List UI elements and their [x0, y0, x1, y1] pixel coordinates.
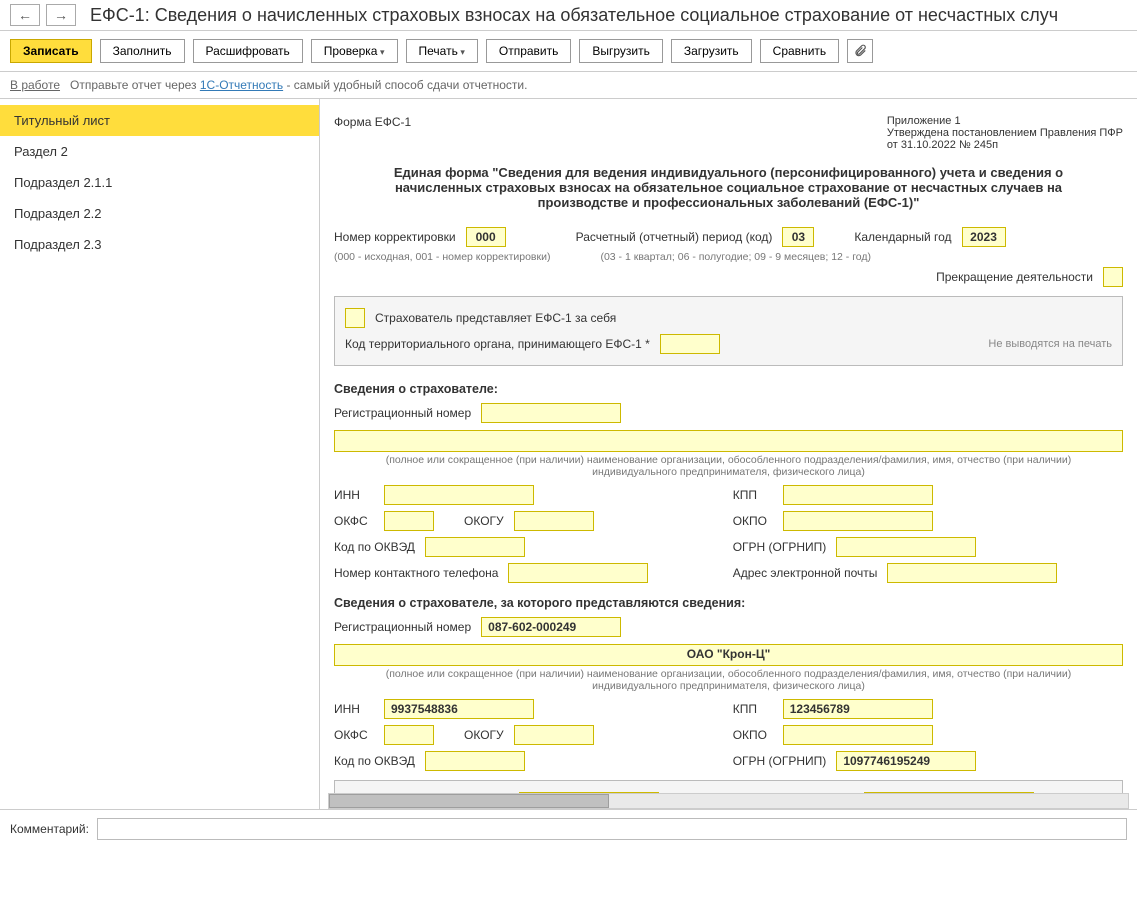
page-title: ЕФС-1: Сведения о начисленных страховых …	[90, 5, 1058, 26]
correction-label: Номер корректировки	[334, 230, 456, 244]
nav-back-button[interactable]: ←	[10, 4, 40, 26]
rep-reg-num-field[interactable]: 087-602-000249	[481, 617, 621, 637]
rep-ogrn-field[interactable]: 1097746195249	[836, 751, 976, 771]
status-in-work[interactable]: В работе	[10, 78, 60, 92]
insurer-name-field[interactable]	[334, 430, 1123, 452]
period-field[interactable]: 03	[782, 227, 814, 247]
ogrn-field[interactable]	[836, 537, 976, 557]
no-print-note-1: Не выводятся на печать	[988, 338, 1112, 350]
territory-field[interactable]	[660, 334, 720, 354]
cease-checkbox[interactable]	[1103, 267, 1123, 287]
year-label: Календарный год	[854, 230, 951, 244]
fill-button[interactable]: Заполнить	[100, 39, 185, 63]
insurer-section-title: Сведения о страхователе:	[328, 372, 1129, 400]
document-main-title: Единая форма "Сведения для ведения индив…	[328, 159, 1129, 224]
okogu-field[interactable]	[514, 511, 594, 531]
attach-button[interactable]	[847, 39, 873, 63]
self-submit-group: Страхователь представляет ЕФС-1 за себя …	[334, 296, 1123, 366]
represented-section-title: Сведения о страхователе, за которого пре…	[328, 586, 1129, 614]
decode-button[interactable]: Расшифровать	[193, 39, 303, 63]
rep-inn-field[interactable]: 9937548836	[384, 699, 534, 719]
cease-label: Прекращение деятельности	[936, 270, 1093, 284]
print-dropdown[interactable]: Печать	[406, 39, 478, 63]
email-field[interactable]	[887, 563, 1057, 583]
inn-field[interactable]	[384, 485, 534, 505]
okfs-field[interactable]	[384, 511, 434, 531]
rep-okfs-field[interactable]	[384, 725, 434, 745]
rep-okpo-field[interactable]	[783, 725, 933, 745]
comment-label: Комментарий:	[10, 822, 89, 836]
import-button[interactable]: Загрузить	[671, 39, 752, 63]
kpp-field[interactable]	[783, 485, 933, 505]
sidebar-item-title-page[interactable]: Титульный лист	[0, 105, 319, 136]
year-field[interactable]: 2023	[962, 227, 1006, 247]
export-button[interactable]: Выгрузить	[579, 39, 663, 63]
sidebar-item-subsection-2-3[interactable]: Подраздел 2.3	[0, 229, 319, 260]
rep-contact-group: Номер контактного телефона 1234567 Адрес…	[334, 780, 1123, 793]
okved-field[interactable]	[425, 537, 525, 557]
document-content: Форма ЕФС-1 Приложение 1 Утверждена пост…	[320, 99, 1137, 793]
territory-label: Код территориального органа, принимающег…	[345, 337, 650, 351]
form-label: Форма ЕФС-1	[334, 115, 411, 151]
reg-num-field[interactable]	[481, 403, 621, 423]
period-label: Расчетный (отчетный) период (код)	[576, 230, 773, 244]
comment-input[interactable]	[97, 818, 1127, 840]
period-hint: (03 - 1 квартал; 06 - полугодие; 09 - 9 …	[600, 251, 871, 263]
insurer-name-hint: (полное или сокращенное (при наличии) на…	[328, 452, 1129, 482]
paperclip-icon	[853, 44, 867, 58]
sidebar: Титульный лист Раздел 2 Подраздел 2.1.1 …	[0, 99, 320, 809]
rep-name-field[interactable]: ОАО "Крон-Ц"	[334, 644, 1123, 666]
compare-button[interactable]: Сравнить	[760, 39, 839, 63]
reg-num-label: Регистрационный номер	[334, 406, 471, 420]
nav-forward-button[interactable]: →	[46, 4, 76, 26]
rep-name-hint: (полное или сокращенное (при наличии) на…	[328, 666, 1129, 696]
horizontal-scrollbar[interactable]	[328, 793, 1129, 809]
self-submit-checkbox[interactable]	[345, 308, 365, 328]
correction-field[interactable]: 000	[466, 227, 506, 247]
save-button[interactable]: Записать	[10, 39, 92, 63]
horizontal-scrollbar-thumb[interactable]	[329, 794, 609, 808]
status-message: Отправьте отчет через 1С-Отчетность - са…	[70, 78, 527, 92]
rep-reg-num-label: Регистрационный номер	[334, 620, 471, 634]
okpo-field[interactable]	[783, 511, 933, 531]
rep-okved-field[interactable]	[425, 751, 525, 771]
approval-block: Приложение 1 Утверждена постановлением П…	[887, 115, 1123, 151]
correction-hint: (000 - исходная, 001 - номер корректиров…	[334, 251, 550, 263]
sidebar-item-subsection-2-1-1[interactable]: Подраздел 2.1.1	[0, 167, 319, 198]
rep-okogu-field[interactable]	[514, 725, 594, 745]
send-button[interactable]: Отправить	[486, 39, 572, 63]
sidebar-item-subsection-2-2[interactable]: Подраздел 2.2	[0, 198, 319, 229]
sidebar-item-section-2[interactable]: Раздел 2	[0, 136, 319, 167]
reporting-link[interactable]: 1С-Отчетность	[200, 78, 283, 92]
self-submit-label: Страхователь представляет ЕФС-1 за себя	[375, 311, 616, 325]
rep-kpp-field[interactable]: 123456789	[783, 699, 933, 719]
check-dropdown[interactable]: Проверка	[311, 39, 398, 63]
phone-field[interactable]	[508, 563, 648, 583]
